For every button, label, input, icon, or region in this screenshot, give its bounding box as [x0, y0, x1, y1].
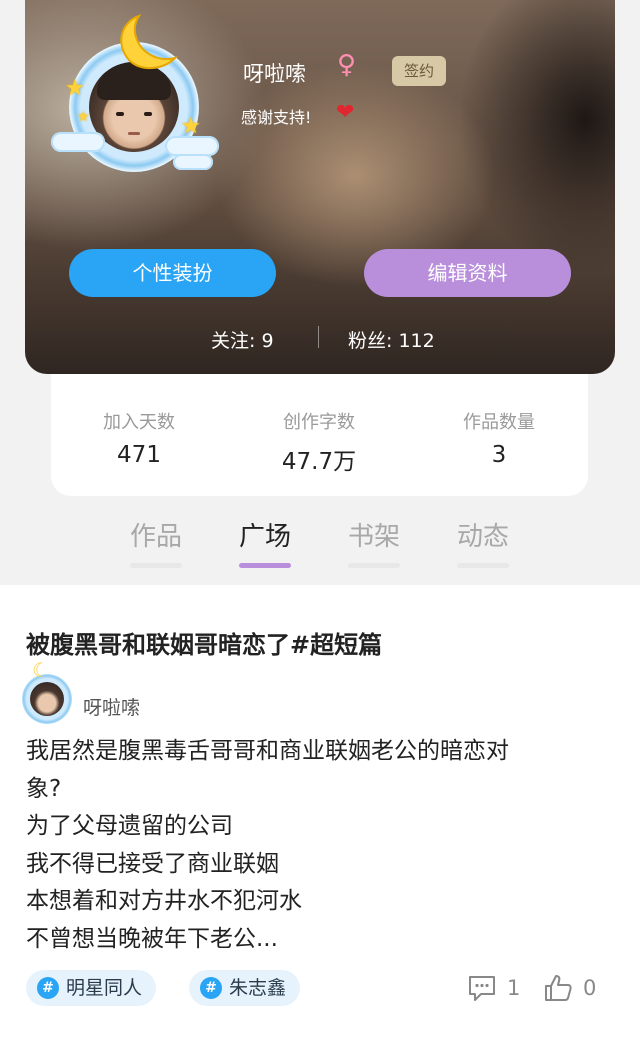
- post-excerpt[interactable]: 我居然是腹黑毒舌哥哥和商业联姻老公的暗恋对 象? 为了父母遗留的公司 我不得已接…: [26, 733, 606, 958]
- female-symbol-icon: ♀: [337, 50, 357, 80]
- divider: [318, 326, 319, 348]
- stat-value: 471: [117, 442, 161, 468]
- tab-bookshelf[interactable]: 书架: [338, 516, 410, 553]
- tab-indicator: [457, 563, 509, 568]
- avatar[interactable]: ★ ★ ★: [47, 12, 227, 182]
- tab-activity[interactable]: 动态: [447, 516, 519, 553]
- hashtag-icon: #: [37, 977, 59, 999]
- post-line: 象?: [26, 775, 62, 802]
- post-title[interactable]: 被腹黑哥和联姻哥暗恋了#超短篇: [26, 625, 382, 660]
- post-line: 本想着和对方井水不犯河水: [26, 888, 302, 914]
- edit-profile-button[interactable]: 编辑资料: [364, 249, 571, 297]
- tab-indicator-active: [239, 563, 291, 568]
- profile-name: 呀啦嗦: [243, 62, 306, 86]
- stat-value: 3: [491, 442, 507, 468]
- stat-value: 47.7万: [281, 449, 357, 475]
- star-icon: ★: [65, 76, 85, 101]
- stats-card: 加入天数 471 创作字数 47.7万 作品数量 3: [51, 374, 588, 496]
- author-avatar[interactable]: ☾: [14, 660, 78, 726]
- star-icon: ★: [77, 109, 90, 125]
- comment-icon: [469, 976, 495, 1001]
- tab-indicator: [130, 563, 182, 568]
- post-author[interactable]: 呀啦嗦: [83, 693, 140, 720]
- moon-icon: [120, 14, 179, 69]
- tab-works[interactable]: 作品: [120, 516, 192, 553]
- comment-button[interactable]: 1: [467, 970, 520, 1006]
- fans-count[interactable]: 粉丝: 112: [348, 326, 435, 353]
- tag-chip[interactable]: # 朱志鑫: [189, 970, 301, 1006]
- post-line: 我居然是腹黑毒舌哥哥和商业联姻老公的暗恋对: [26, 738, 509, 764]
- stat-works-count: 作品数量 3: [424, 408, 574, 468]
- like-count: 0: [583, 976, 597, 1000]
- tab-indicator: [348, 563, 400, 568]
- cloud-icon: [173, 154, 213, 170]
- hashtag-icon: #: [200, 977, 222, 999]
- moon-icon: ☾: [32, 658, 50, 682]
- cloud-icon: [165, 136, 219, 156]
- profile-header: ★ ★ ★ 呀啦嗦 ♀ 签约 感谢支持! ❤ 个性装扮 编辑资料 关注: 9 粉…: [25, 0, 615, 374]
- post-line: 不曾想当晚被年下老公...: [26, 925, 278, 952]
- stat-word-count: 创作字数 47.7万: [244, 408, 394, 476]
- cloud-icon: [51, 132, 105, 152]
- star-icon: ★: [181, 114, 201, 139]
- post-card[interactable]: 被腹黑哥和联姻哥暗恋了#超短篇 ☾ 呀啦嗦 我居然是腹黑毒舌哥哥和商业联姻老公的…: [0, 585, 640, 1060]
- following-count[interactable]: 关注: 9: [211, 326, 274, 353]
- stat-label: 作品数量: [463, 412, 535, 433]
- post-line: 我不得已接受了商业联姻: [26, 850, 279, 877]
- thumbs-up-icon: [545, 975, 572, 1001]
- dress-up-button[interactable]: 个性装扮: [69, 249, 276, 297]
- tab-square[interactable]: 广场: [229, 516, 301, 553]
- signed-badge: 签约: [392, 56, 446, 86]
- post-line: 为了父母遗留的公司: [26, 813, 233, 839]
- like-button[interactable]: 0: [543, 970, 596, 1006]
- tag-label: 朱志鑫: [229, 977, 287, 999]
- tag-chip[interactable]: # 明星同人: [26, 970, 157, 1006]
- profile-bio: 感谢支持!: [241, 108, 312, 127]
- stat-join-days: 加入天数 471: [64, 408, 214, 468]
- tag-label: 明星同人: [66, 977, 143, 999]
- stat-label: 加入天数: [103, 412, 175, 433]
- stat-label: 创作字数: [283, 412, 355, 433]
- heart-icon: ❤: [336, 100, 355, 125]
- comment-count: 1: [507, 976, 521, 1000]
